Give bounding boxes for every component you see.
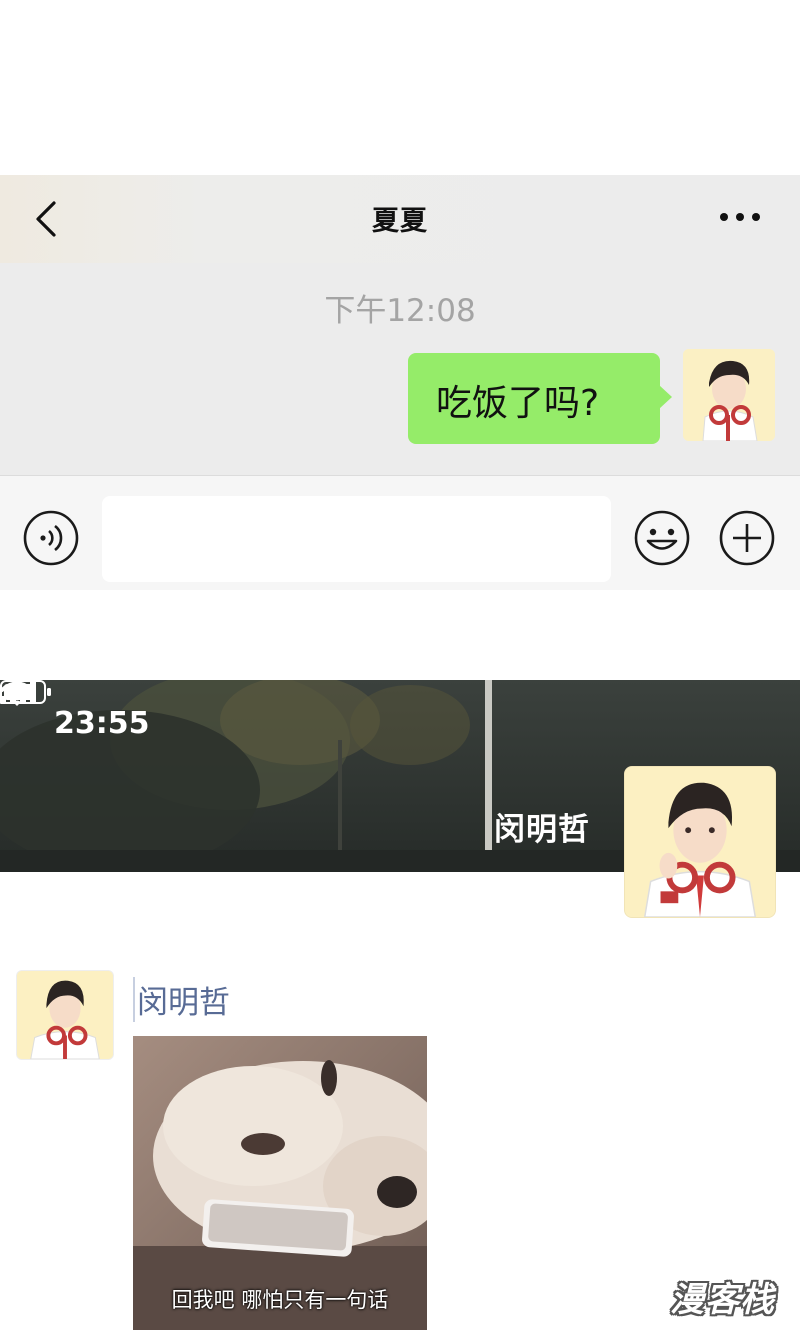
avatar-illustration bbox=[17, 971, 113, 1059]
chat-screen: 夏夏 下午12:08 吃饭了吗? bbox=[0, 175, 800, 590]
message-text: 吃饭了吗? bbox=[436, 383, 600, 424]
post-image[interactable]: 回我吧 哪怕只有一句话 bbox=[133, 1036, 427, 1330]
post-author-name[interactable]: 闵明哲 bbox=[133, 977, 230, 1022]
cover-username: 闵明哲 bbox=[494, 812, 590, 848]
moments-screen: 23:55 闵明哲 闵明哲 回我吧 哪怕只有一句话 漫客栈 bbox=[0, 680, 800, 1330]
plus-icon[interactable] bbox=[718, 509, 776, 567]
more-dots-icon[interactable] bbox=[718, 209, 762, 225]
battery-icon bbox=[0, 680, 51, 704]
sent-message-bubble[interactable]: 吃饭了吗? bbox=[408, 353, 672, 444]
avatar-illustration bbox=[625, 767, 775, 917]
message-timestamp: 下午12:08 bbox=[324, 293, 476, 329]
voice-input-icon[interactable] bbox=[22, 509, 80, 567]
profile-avatar[interactable] bbox=[624, 766, 776, 918]
bubble-tail bbox=[659, 385, 672, 409]
chat-title: 夏夏 bbox=[372, 206, 428, 237]
chat-header: 夏夏 bbox=[0, 175, 800, 263]
chat-input-bar bbox=[0, 475, 800, 590]
message-input[interactable] bbox=[102, 496, 611, 582]
avatar-illustration bbox=[683, 349, 775, 441]
image-caption: 回我吧 哪怕只有一句话 bbox=[171, 1288, 389, 1312]
post-author-avatar[interactable] bbox=[16, 970, 114, 1060]
emoji-icon[interactable] bbox=[633, 509, 691, 567]
status-bar-time: 23:55 bbox=[54, 706, 150, 741]
user-avatar[interactable] bbox=[683, 349, 775, 441]
watermark-logo: 漫客栈 bbox=[670, 1280, 775, 1320]
